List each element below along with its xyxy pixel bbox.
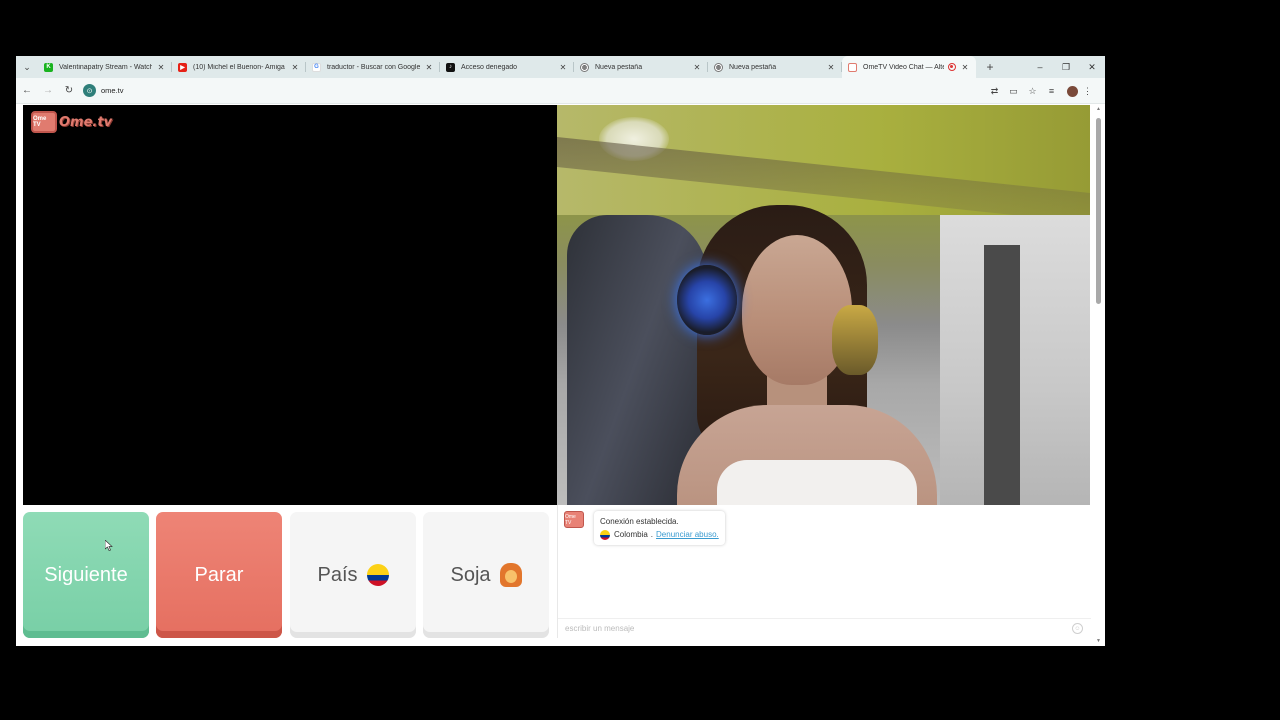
remote-video <box>557 105 1090 505</box>
toolbar-actions: ⇄ ▭ ☆ ≡ ⋮ <box>985 78 1097 104</box>
kick-icon: K <box>44 62 53 72</box>
tab-title: Nueva pestaña <box>595 63 643 71</box>
back-icon[interactable]: ← <box>17 81 37 101</box>
globe-icon: ◍ <box>580 62 589 72</box>
tiktok-icon: ♪ <box>446 62 455 72</box>
gender-button[interactable]: Soja <box>423 512 549 638</box>
message-placeholder: escribir un mensaje <box>565 624 635 633</box>
mouse-cursor-icon <box>105 540 113 551</box>
logo-text: Ome.tv <box>59 114 113 130</box>
browser-toolbar: ← → ↻ ⊙ ome.tv ⇄ ▭ ☆ ≡ ⋮ <box>16 78 1105 104</box>
menu-kebab-icon[interactable]: ⋮ <box>1078 82 1097 101</box>
gender-label: Soja <box>450 563 491 586</box>
address-bar[interactable]: ⊙ ome.tv <box>83 82 124 100</box>
cast-icon[interactable]: ▭ <box>1004 82 1023 101</box>
chat-controls: Siguiente Parar País Soja <box>23 512 557 638</box>
tab-ometv[interactable]: OmeTV Video Chat — Alte ✕ <box>842 56 976 78</box>
tab-strip: ⌄ K Valentinapatry Stream - Watch ✕ ▶ (1… <box>16 56 1105 78</box>
profile-avatar[interactable] <box>1067 85 1078 97</box>
ometv-avatar-icon: Ome TV <box>564 511 584 528</box>
tab-youtube[interactable]: ▶ (10) Michel el Buenon- Amiga M ✕ <box>172 56 306 78</box>
partner-country: Colombia <box>614 530 648 539</box>
media-control-icon[interactable]: ≡ <box>1042 82 1061 101</box>
translate-icon[interactable]: ⇄ <box>985 82 1004 101</box>
emoji-picker-icon[interactable]: ☺ <box>1072 623 1083 634</box>
stop-button[interactable]: Parar <box>156 512 282 638</box>
woman-emoji-icon <box>499 563 522 587</box>
close-icon[interactable]: ✕ <box>424 63 434 72</box>
message-input[interactable]: escribir un mensaje ☺ <box>558 618 1091 638</box>
stop-label: Parar <box>194 563 244 586</box>
chat-panel: Ome TV Conexión establecida. Colombia . … <box>557 505 1091 638</box>
restore-icon[interactable]: ❐ <box>1053 56 1079 78</box>
tv-logo-icon: Ome TV <box>31 111 57 133</box>
doorway <box>984 245 1020 505</box>
google-icon: G <box>312 62 321 72</box>
bookmark-star-icon[interactable]: ☆ <box>1023 82 1042 101</box>
tab-kick[interactable]: K Valentinapatry Stream - Watch ✕ <box>38 56 172 78</box>
tab-title: Valentinapatry Stream - Watch <box>59 63 152 71</box>
scroll-thumb[interactable] <box>1096 118 1101 304</box>
browser-window: ⌄ K Valentinapatry Stream - Watch ✕ ▶ (1… <box>16 56 1105 646</box>
country-button[interactable]: País <box>290 512 416 638</box>
globe-icon: ◍ <box>714 62 723 72</box>
forward-icon[interactable]: → <box>38 81 58 101</box>
youtube-icon: ▶ <box>178 62 187 72</box>
tab-new-2[interactable]: ◍ Nueva pestaña ✕ <box>708 56 842 78</box>
site-info-icon[interactable]: ⊙ <box>83 84 96 97</box>
close-icon[interactable]: ✕ <box>290 63 300 72</box>
tab-title: (10) Michel el Buenon- Amiga M <box>193 63 286 71</box>
window-close-icon[interactable]: ✕ <box>1079 56 1105 78</box>
headset-left-icon <box>677 265 737 335</box>
ometv-page: Ome TV Ome.tv Siguiente Parar País Soja … <box>16 104 1105 646</box>
white-top <box>717 460 917 505</box>
tab-title: Acceso denegado <box>461 63 518 71</box>
separator-dot: . <box>650 530 654 539</box>
scroll-down-icon[interactable]: ▼ <box>1095 638 1102 644</box>
tab-title: Nueva pestaña <box>729 63 777 71</box>
reload-icon[interactable]: ↻ <box>59 81 79 101</box>
ometv-logo[interactable]: Ome TV Ome.tv <box>31 111 112 133</box>
close-icon[interactable]: ✕ <box>692 63 702 72</box>
close-icon[interactable]: ✕ <box>960 63 970 72</box>
next-label: Siguiente <box>44 563 128 586</box>
page-scrollbar[interactable]: ▲ ▼ <box>1092 104 1105 646</box>
tab-tiktok[interactable]: ♪ Acceso denegado ✕ <box>440 56 574 78</box>
remote-person <box>637 195 967 505</box>
local-video: Ome TV Ome.tv <box>23 105 557 505</box>
headset-right-icon <box>832 305 878 375</box>
colombia-flag-icon <box>366 564 389 586</box>
system-message: Conexión establecida. Colombia . Denunci… <box>594 511 725 545</box>
tab-new-1[interactable]: ◍ Nueva pestaña ✕ <box>574 56 708 78</box>
close-icon[interactable]: ✕ <box>558 63 568 72</box>
minimize-icon[interactable]: – <box>1027 56 1053 78</box>
tab-title: traductor - Buscar con Google <box>327 63 420 71</box>
close-icon[interactable]: ✕ <box>826 63 836 72</box>
partner-info: Colombia . Denunciar abuso. <box>600 528 719 541</box>
url-text[interactable]: ome.tv <box>101 86 124 95</box>
tab-title: OmeTV Video Chat — Alte <box>863 63 944 71</box>
tab-search-chevron-icon[interactable]: ⌄ <box>16 56 38 78</box>
tab-google[interactable]: G traductor - Buscar con Google ✕ <box>306 56 440 78</box>
next-button[interactable]: Siguiente <box>23 512 149 638</box>
country-label: País <box>317 563 358 586</box>
scroll-up-icon[interactable]: ▲ <box>1095 106 1102 112</box>
window-controls: – ❐ ✕ <box>1027 56 1105 78</box>
recording-icon <box>948 63 956 71</box>
new-tab-button[interactable]: + <box>980 60 1000 74</box>
ometv-icon <box>848 62 857 72</box>
report-abuse-link[interactable]: Denunciar abuso. <box>656 528 719 541</box>
connection-status: Conexión establecida. <box>600 517 679 526</box>
close-icon[interactable]: ✕ <box>156 63 166 72</box>
colombia-flag-icon <box>600 529 610 540</box>
